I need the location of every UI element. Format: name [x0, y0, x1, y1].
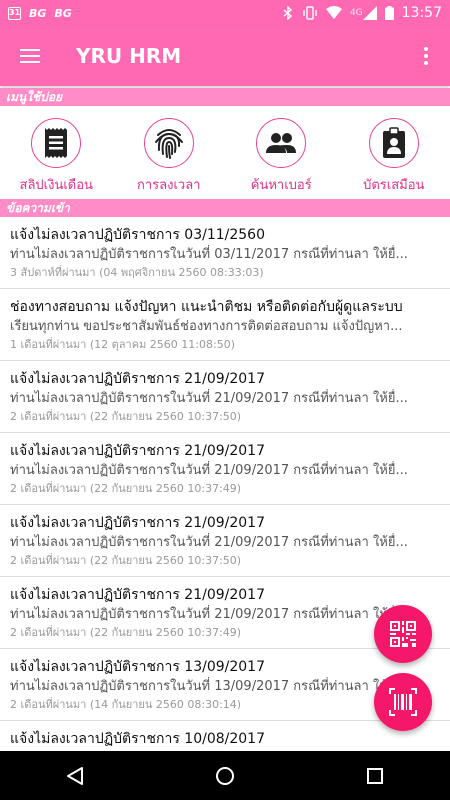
message-item[interactable]: ช่องทางสอบถาม แจ้งปัญหา แนะนำติชม หรือติ…	[0, 289, 450, 361]
message-item[interactable]: แจ้งไม่ลงเวลาปฏิบัติราชการ 21/09/2017 ท่…	[0, 361, 450, 433]
message-title: แจ้งไม่ลงเวลาปฏิบัติราชการ 21/09/2017	[10, 515, 265, 531]
signal-icon	[362, 6, 377, 20]
message-body: ท่านไม่ลงเวลาปฏิบัติราชการในวันที่ 21/09…	[10, 463, 408, 478]
menu-button[interactable]	[0, 26, 60, 86]
message-time: 2 เดือนที่ผ่านมา (22 กันยายน 2560 10:37:…	[10, 410, 242, 423]
barcode-button[interactable]	[374, 673, 432, 731]
message-title: แจ้งไม่ลงเวลาปฏิบัติราชการ 21/09/2017	[10, 587, 265, 603]
quick-menu-phone-search[interactable]: ค้นหาเบอร์	[225, 108, 338, 198]
app-title: YRU HRM	[76, 44, 182, 68]
message-time: 3 สัปดาห์ที่ผ่านมา (04 พฤศจิกายน 2560 08…	[10, 266, 264, 279]
message-time: 1 เดือนที่ผ่านมา (12 ตุลาคม 2560 11:08:5…	[10, 338, 235, 351]
message-body: ท่านไม่ลงเวลาปฏิบัติราชการในวันที่ 21/09…	[10, 535, 408, 550]
back-icon	[67, 766, 83, 785]
barcode-icon	[389, 688, 417, 716]
wifi-icon	[325, 6, 342, 19]
hamburger-icon	[20, 49, 40, 63]
message-time: 2 เดือนที่ผ่านมา (22 กันยายน 2560 10:37:…	[10, 554, 242, 567]
quick-menu: สลิปเงินเดือน การลงเวลา ค้นหาเบอร์ บัตรเ…	[0, 108, 450, 198]
recents-icon	[367, 767, 383, 784]
message-item[interactable]: แจ้งไม่ลงเวลาปฏิบัติราชการ 03/11/2560 ท่…	[0, 217, 450, 289]
bg-notification-icon: BG	[29, 6, 47, 20]
message-item[interactable]: แจ้งไม่ลงเวลาปฏิบัติราชการ 10/08/2017	[0, 721, 450, 751]
vibrate-icon	[303, 6, 317, 20]
message-item[interactable]: แจ้งไม่ลงเวลาปฏิบัติราชการ 21/09/2017 ท่…	[0, 505, 450, 577]
qr-code-icon	[390, 621, 416, 647]
message-title: แจ้งไม่ลงเวลาปฏิบัติราชการ 21/09/2017	[10, 443, 265, 459]
quick-menu-virtual-card[interactable]: บัตรเสมือน	[338, 108, 450, 198]
bg-notification-icon: BG	[54, 6, 72, 20]
quick-menu-label: การลงเวลา	[137, 178, 201, 193]
message-title: แจ้งไม่ลงเวลาปฏิบัติราชการ 10/08/2017	[10, 731, 265, 747]
fingerprint-icon	[143, 118, 194, 168]
receipt-icon	[31, 118, 82, 168]
network-type: 4G	[349, 8, 363, 18]
badge-icon	[368, 118, 419, 168]
home-icon	[216, 766, 234, 785]
quick-menu-label: สลิปเงินเดือน	[19, 178, 93, 193]
message-body: ท่านไม่ลงเวลาปฏิบัติราชการในวันที่ 03/11…	[10, 247, 408, 262]
clock: 13:57	[401, 5, 442, 21]
message-title: แจ้งไม่ลงเวลาปฏิบัติราชการ 03/11/2560	[10, 227, 265, 243]
section-header-inbox: ข้อความเข้า	[0, 199, 450, 217]
app-bar: YRU HRM	[0, 26, 450, 86]
people-icon	[256, 118, 307, 168]
quick-menu-salary-slip[interactable]: สลิปเงินเดือน	[0, 108, 113, 198]
message-title: แจ้งไม่ลงเวลาปฏิบัติราชการ 13/09/2017	[10, 659, 265, 675]
message-time: 2 เดือนที่ผ่านมา (22 กันยายน 2560 10:37:…	[10, 482, 242, 495]
quick-menu-label: บัตรเสมือน	[363, 178, 425, 193]
home-button[interactable]	[195, 751, 255, 800]
calendar-icon: 31	[8, 6, 21, 20]
message-title: ช่องทางสอบถาม แจ้งปัญหา แนะนำติชม หรือติ…	[10, 299, 403, 315]
battery-icon	[384, 6, 394, 20]
message-body: ท่านไม่ลงเวลาปฏิบัติราชการในวันที่ 21/09…	[10, 391, 408, 406]
message-item[interactable]: แจ้งไม่ลงเวลาปฏิบัติราชการ 21/09/2017 ท่…	[0, 433, 450, 505]
status-bar: 31 BG BG 4G 13:57	[0, 0, 450, 26]
back-button[interactable]	[45, 751, 105, 800]
qr-code-button[interactable]	[374, 605, 432, 663]
message-list[interactable]: แจ้งไม่ลงเวลาปฏิบัติราชการ 03/11/2560 ท่…	[0, 217, 450, 751]
recents-button[interactable]	[345, 751, 405, 800]
more-options-button[interactable]	[402, 26, 450, 86]
navigation-bar	[0, 751, 450, 800]
quick-menu-time-attendance[interactable]: การลงเวลา	[113, 108, 226, 198]
more-vert-icon	[424, 47, 428, 65]
message-body: เรียนทุกท่าน ขอประชาสัมพันธ์ช่องทางการติ…	[10, 319, 403, 334]
quick-menu-label: ค้นหาเบอร์	[250, 178, 312, 193]
bluetooth-icon	[283, 6, 292, 20]
section-header-frequent-menu: เมนูใช้บ่อย	[0, 88, 450, 106]
message-title: แจ้งไม่ลงเวลาปฏิบัติราชการ 21/09/2017	[10, 371, 265, 387]
